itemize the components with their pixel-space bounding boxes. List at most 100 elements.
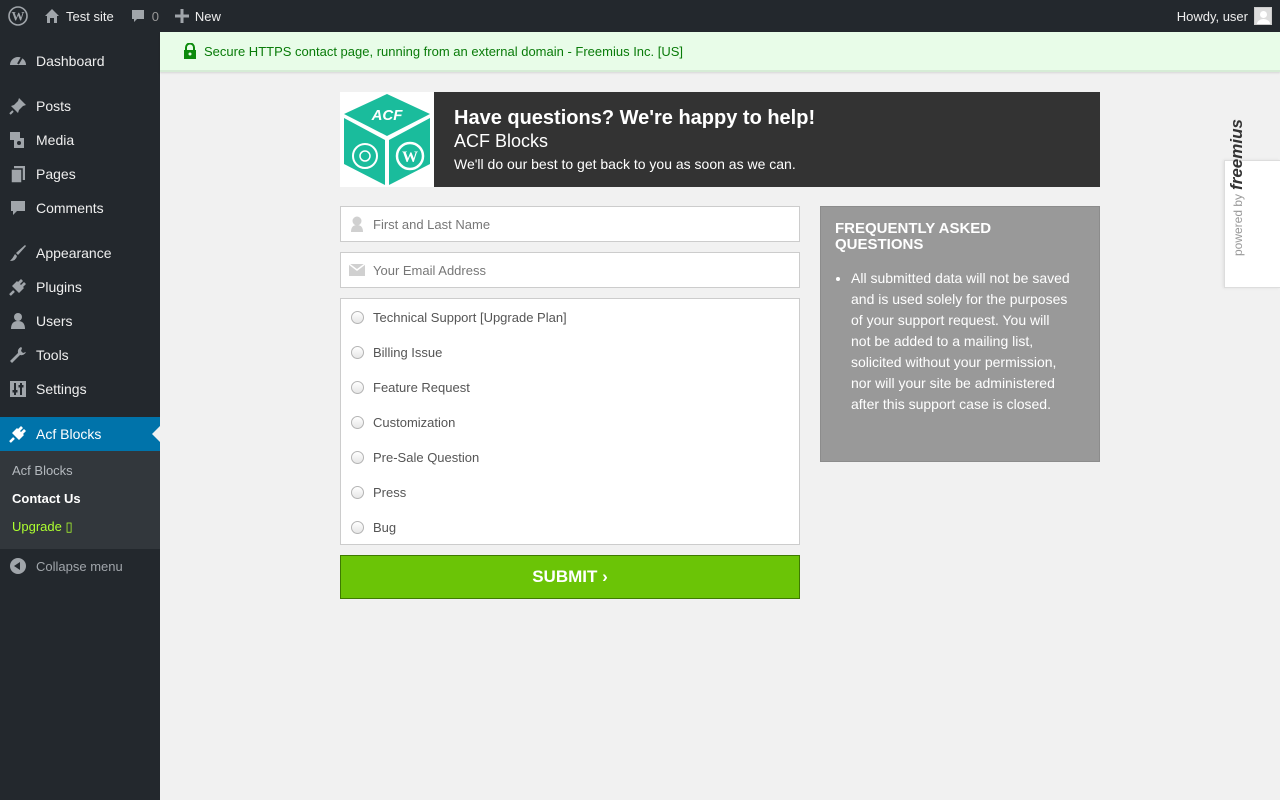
email-input[interactable] xyxy=(373,262,773,278)
person-icon xyxy=(341,216,373,232)
faq-title: FREQUENTLY ASKED QUESTIONS xyxy=(835,220,992,253)
radio-press[interactable]: Press xyxy=(341,482,799,502)
radio-button[interactable] xyxy=(351,450,364,464)
powered-by-label: powered by xyxy=(1231,193,1245,256)
radio-label: Pre-Sale Question xyxy=(373,449,480,465)
avatar xyxy=(1254,7,1272,25)
wordpress-icon: W xyxy=(8,6,28,26)
collapse-arrow-icon xyxy=(10,558,26,574)
brush-icon xyxy=(0,244,36,262)
sidebar-item-media[interactable]: Media xyxy=(0,123,160,157)
contact-header: ACF W Have questions? We're happy to hel… xyxy=(340,92,1100,187)
radio-bug[interactable]: Bug xyxy=(341,517,799,537)
collapse-label: Collapse menu xyxy=(36,558,123,574)
freemius-logo: freemius xyxy=(1227,119,1246,190)
sidebar-item-label: Settings xyxy=(36,381,87,397)
greeting: Howdy, user xyxy=(1176,8,1248,24)
radio-label: Press xyxy=(373,484,407,500)
pages-icon xyxy=(0,165,36,183)
radio-button[interactable] xyxy=(351,485,364,499)
notice-text: Secure HTTPS contact page, running from … xyxy=(204,43,684,59)
acf-logo: ACF W xyxy=(340,92,434,187)
name-input[interactable] xyxy=(373,216,773,232)
powered-by-text: powered by freemius xyxy=(1227,119,1247,256)
home-icon xyxy=(45,9,59,23)
radio-technical-support[interactable]: Technical Support [Upgrade Plan] xyxy=(341,307,799,327)
dashboard-icon xyxy=(0,52,36,70)
submenu: Acf Blocks Contact Us Upgrade ▯ xyxy=(0,451,160,549)
radio-billing-issue[interactable]: Billing Issue xyxy=(341,342,799,362)
radio-label: Billing Issue xyxy=(373,344,443,360)
account-menu[interactable]: Howdy, user xyxy=(1177,7,1280,25)
new-content-button[interactable]: New xyxy=(167,0,229,32)
sidebar-item-users[interactable]: Users xyxy=(0,304,160,338)
sliders-icon xyxy=(0,380,36,398)
sidebar-item-appearance[interactable]: Appearance xyxy=(0,236,160,270)
admin-sidebar: Dashboard Posts Media Pages Comments Appearan… xyxy=(0,32,160,800)
sidebar-item-posts[interactable]: Posts xyxy=(0,89,160,123)
sidebar-item-settings[interactable]: Settings xyxy=(0,372,160,406)
sidebar-item-tools[interactable]: Tools xyxy=(0,338,160,372)
radio-button[interactable] xyxy=(351,520,364,534)
sidebar-item-label: Plugins xyxy=(36,279,82,295)
name-field xyxy=(340,206,800,242)
sidebar-item-label: Tools xyxy=(36,347,69,363)
new-label: New xyxy=(194,8,221,24)
radio-label: Customization xyxy=(373,414,456,430)
radio-button[interactable] xyxy=(351,310,364,324)
sidebar-item-label: Media xyxy=(36,132,75,148)
lock-icon xyxy=(184,43,196,59)
sidebar-item-pages[interactable]: Pages xyxy=(0,157,160,191)
wordpress-logo-button[interactable]: W xyxy=(0,0,36,32)
pin-icon xyxy=(0,97,36,115)
radio-label: Feature Request xyxy=(373,379,470,395)
comment-icon xyxy=(131,10,144,22)
site-name-link[interactable]: Test site xyxy=(36,0,122,32)
collapse-menu-button[interactable]: Collapse menu xyxy=(0,554,160,578)
secure-notice: Secure HTTPS contact page, running from … xyxy=(160,32,1280,72)
faq-list: All submitted data will not be saved and… xyxy=(851,268,1071,415)
submenu-item-upgrade[interactable]: Upgrade ▯ xyxy=(12,519,73,535)
sidebar-item-comments[interactable]: Comments xyxy=(0,191,160,225)
sidebar-item-label: Acf Blocks xyxy=(36,426,102,442)
submit-button[interactable]: SUBMIT › xyxy=(340,555,800,599)
header-title: Have questions? We're happy to help! xyxy=(454,107,816,129)
radio-feature-request[interactable]: Feature Request xyxy=(341,377,799,397)
radio-button[interactable] xyxy=(351,380,364,394)
submenu-item-acf-blocks[interactable]: Acf Blocks xyxy=(12,463,73,478)
sidebar-item-label: Users xyxy=(36,313,73,329)
site-name: Test site xyxy=(66,8,114,24)
email-field xyxy=(340,252,800,288)
submenu-item-contact-us[interactable]: Contact Us xyxy=(12,491,81,506)
sidebar-item-label: Pages xyxy=(36,166,76,182)
powered-by-freemius-tab[interactable]: powered by freemius xyxy=(1224,119,1280,288)
sidebar-item-acf-blocks[interactable]: Acf Blocks xyxy=(0,417,160,451)
radio-label: Technical Support [Upgrade Plan] xyxy=(373,309,567,325)
header-note: We'll do our best to get back to you as … xyxy=(454,156,796,172)
plug-icon xyxy=(0,278,36,296)
radio-button[interactable] xyxy=(351,345,364,359)
radio-label: Bug xyxy=(373,519,397,535)
faq-item: All submitted data will not be saved and… xyxy=(851,268,1071,415)
sidebar-item-plugins[interactable]: Plugins xyxy=(0,270,160,304)
header-subtitle: ACF Blocks xyxy=(454,131,549,151)
comments-link[interactable]: 0 xyxy=(122,0,167,32)
radio-customization[interactable]: Customization xyxy=(341,412,799,432)
svg-text:W: W xyxy=(402,149,418,166)
sidebar-item-label: Appearance xyxy=(36,245,112,261)
comments-count: 0 xyxy=(151,8,159,24)
sidebar-item-label: Dashboard xyxy=(36,53,105,69)
sidebar-item-dashboard[interactable]: Dashboard xyxy=(0,44,160,78)
comment-icon xyxy=(0,199,36,217)
sidebar-item-label: Comments xyxy=(36,200,104,216)
plug-icon xyxy=(0,425,36,443)
topic-radio-group: Technical Support [Upgrade Plan] Billing… xyxy=(340,298,800,545)
radio-pre-sale-question[interactable]: Pre-Sale Question xyxy=(341,447,799,467)
media-icon xyxy=(0,131,36,149)
upgrade-label: Upgrade xyxy=(12,519,66,534)
upgrade-icon: ▯ xyxy=(65,519,73,534)
faq-panel: FREQUENTLY ASKED QUESTIONS All submitted… xyxy=(820,206,1100,462)
svg-text:W: W xyxy=(12,9,25,24)
radio-button[interactable] xyxy=(351,415,364,429)
admin-bar: W Test site 0 New Howdy, user xyxy=(0,0,1280,32)
